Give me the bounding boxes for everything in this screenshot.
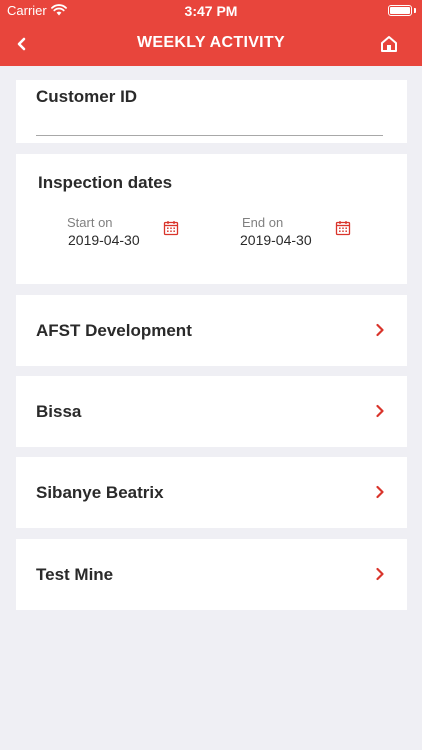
site-item-label: AFST Development <box>36 321 192 340</box>
end-date-value[interactable]: 2019-04-30 <box>240 232 312 248</box>
start-date-value[interactable]: 2019-04-30 <box>68 232 140 248</box>
site-item-sibanye-beatrix[interactable]: Sibanye Beatrix <box>16 457 407 528</box>
start-calendar-icon[interactable] <box>163 220 179 236</box>
site-item-test-mine[interactable]: Test Mine <box>16 539 407 610</box>
chevron-right-icon <box>376 323 384 337</box>
app-header: Carrier 3:47 PM WEEKLY ACTIVITY <box>0 0 422 66</box>
chevron-right-icon <box>376 567 384 581</box>
site-item-bissa[interactable]: Bissa <box>16 376 407 447</box>
customer-id-input[interactable] <box>36 116 383 136</box>
site-item-label: Sibanye Beatrix <box>36 483 164 502</box>
page-title: WEEKLY ACTIVITY <box>137 34 285 51</box>
home-icon[interactable] <box>378 33 400 55</box>
status-bar: Carrier 3:47 PM <box>0 0 422 22</box>
customer-id-label: Customer ID <box>36 87 138 106</box>
status-time: 3:47 PM <box>184 3 238 19</box>
battery-icon <box>388 5 412 16</box>
inspection-dates-title: Inspection dates <box>38 173 173 192</box>
chevron-right-icon <box>376 404 384 418</box>
inspection-dates-card: Inspection dates Start on 2019-04-30 End… <box>16 154 407 284</box>
end-date-label: End on <box>242 215 284 230</box>
nav-bar: WEEKLY ACTIVITY <box>0 22 422 66</box>
site-item-label: Test Mine <box>36 565 114 584</box>
start-date-label: Start on <box>67 215 113 230</box>
site-item-afst-development[interactable]: AFST Development <box>16 295 407 366</box>
site-item-label: Bissa <box>36 402 82 421</box>
battery-tip <box>414 8 416 13</box>
chevron-right-icon <box>376 485 384 499</box>
customer-id-card: Customer ID <box>16 80 407 143</box>
end-calendar-icon[interactable] <box>335 220 351 236</box>
